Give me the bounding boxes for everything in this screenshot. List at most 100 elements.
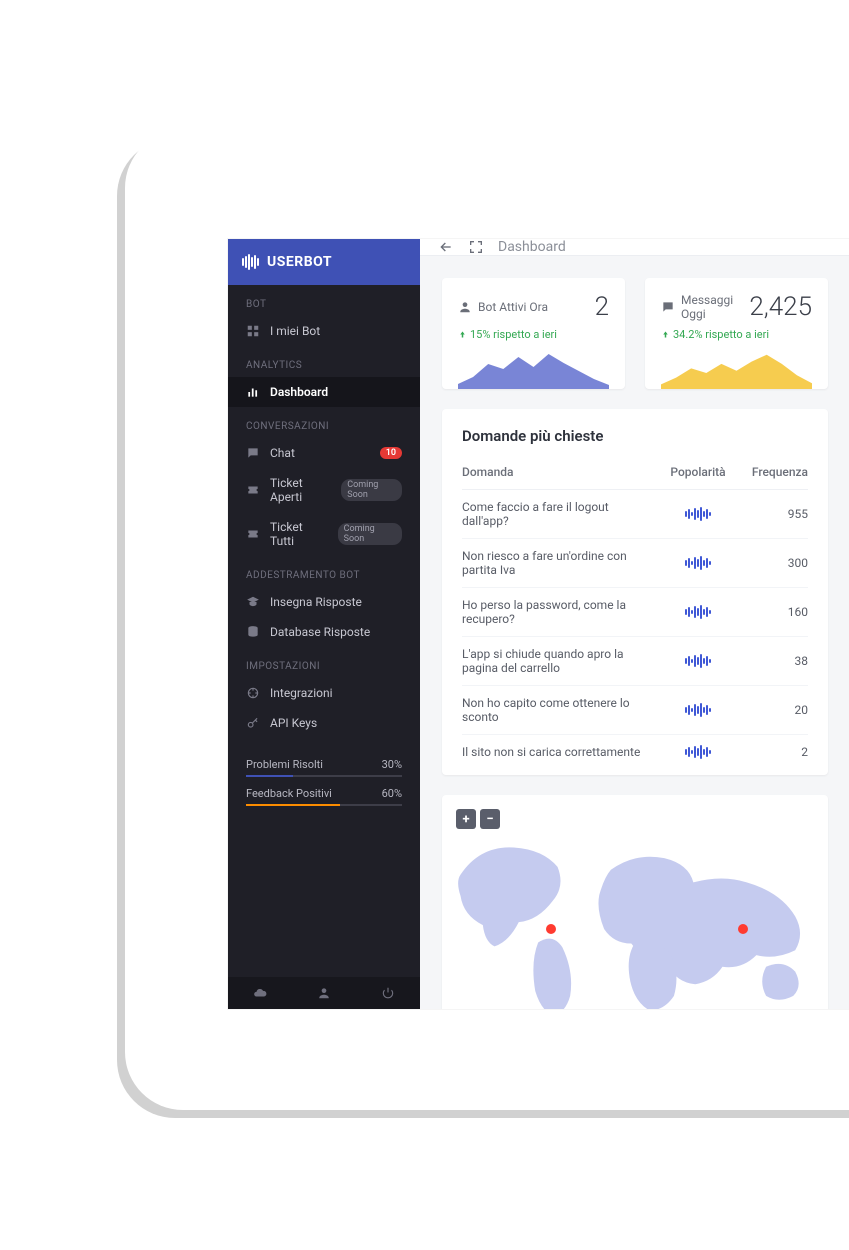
sidebar-item-database[interactable]: Database Risposte xyxy=(228,617,420,647)
sidebar-item-label: Insegna Risposte xyxy=(270,595,362,609)
table-row[interactable]: Non ho capito come ottenere lo sconto 20 xyxy=(462,686,808,735)
table-row[interactable]: Non riesco a fare un'ordine con partita … xyxy=(462,539,808,588)
user-icon[interactable] xyxy=(317,986,331,1000)
page-title: Dashboard xyxy=(498,239,566,255)
power-icon[interactable] xyxy=(381,986,395,1000)
cell-frequency: 955 xyxy=(738,490,808,539)
sidebar-item-chat[interactable]: Chat 10 xyxy=(228,438,420,468)
brand-name: USERBOT xyxy=(267,254,332,270)
cell-question: Come faccio a fare il logout dall'app? xyxy=(462,490,658,539)
kpi-sparkline xyxy=(458,349,609,389)
popularity-spark xyxy=(658,605,738,619)
sidebar-item-tickets-all[interactable]: Ticket TuttiComing Soon xyxy=(228,512,420,556)
zoom-out-button[interactable]: − xyxy=(480,809,500,829)
cell-question: L'app si chiude quando apro la pagina de… xyxy=(462,637,658,686)
cloud-icon[interactable] xyxy=(253,986,267,1000)
chat-icon xyxy=(246,446,260,460)
fullscreen-icon[interactable] xyxy=(468,239,484,255)
kpi-card-bots-active: Bot Attivi Ora 2 15% rispetto a ieri xyxy=(442,278,625,389)
sidebar-item-tickets-open[interactable]: Ticket ApertiComing Soon xyxy=(228,468,420,512)
table-row[interactable]: L'app si chiude quando apro la pagina de… xyxy=(462,637,808,686)
badge-coming-soon: Coming Soon xyxy=(341,479,402,501)
sidebar-item-label: API Keys xyxy=(270,716,317,730)
table-row[interactable]: Il sito non si carica correttamente 2 xyxy=(462,735,808,770)
person-icon xyxy=(458,300,472,314)
message-icon xyxy=(661,300,675,314)
section-label: IMPOSTAZIONI xyxy=(228,647,420,678)
kpi-delta: 34.2% rispetto a ieri xyxy=(661,328,812,341)
sidebar-item-label: Database Risposte xyxy=(270,625,370,639)
topbar: Dashboard xyxy=(420,239,849,256)
progress-label: Problemi Risolti xyxy=(246,758,323,771)
cell-popularity xyxy=(658,735,738,770)
cell-popularity xyxy=(658,686,738,735)
ticket-icon xyxy=(246,527,260,541)
grid-icon xyxy=(246,324,260,338)
app-screen: USERBOT BOT I miei Bot ANALYTICS Dashboard C… xyxy=(228,239,849,1009)
progress-fill xyxy=(246,804,340,806)
table-row[interactable]: Come faccio a fare il logout dall'app? 9… xyxy=(462,490,808,539)
section-label: ADDESTRAMENTO BOT xyxy=(228,556,420,587)
cell-popularity xyxy=(658,588,738,637)
back-arrow-icon[interactable] xyxy=(438,239,454,255)
section-label: BOT xyxy=(228,285,420,316)
progress-bar xyxy=(246,804,402,806)
col-popularity: Popolarità xyxy=(658,459,738,490)
kpi-sparkline xyxy=(661,349,812,389)
sidebar-item-label: I miei Bot xyxy=(270,324,320,338)
kpi-value: 2,425 xyxy=(749,292,812,322)
cell-question: Il sito non si carica correttamente xyxy=(462,735,658,770)
col-question: Domanda xyxy=(462,459,658,490)
brand-logo-icon xyxy=(242,254,259,270)
teach-icon xyxy=(246,595,260,609)
progress-label: Feedback Positivi xyxy=(246,787,332,800)
cell-frequency: 38 xyxy=(738,637,808,686)
cell-question: Non ho capito come ottenere lo sconto xyxy=(462,686,658,735)
kpi-title: Messaggi Oggi xyxy=(681,293,749,321)
cell-question: Non riesco a fare un'ordine con partita … xyxy=(462,539,658,588)
sidebar-progress: Problemi Risolti 30% Feedback Positivi 60% xyxy=(228,738,420,806)
world-map[interactable] xyxy=(452,831,828,1009)
cell-frequency: 160 xyxy=(738,588,808,637)
progress-value: 60% xyxy=(382,787,402,800)
section-label: ANALYTICS xyxy=(228,346,420,377)
col-frequency: Frequenza xyxy=(738,459,808,490)
map-point[interactable] xyxy=(738,924,748,934)
table-row[interactable]: Ho perso la password, come la recupero? … xyxy=(462,588,808,637)
zoom-in-button[interactable]: + xyxy=(456,809,476,829)
popularity-spark xyxy=(658,703,738,717)
arrow-up-icon xyxy=(661,330,670,339)
cell-popularity xyxy=(658,490,738,539)
badge-count: 10 xyxy=(380,447,402,459)
sidebar-item-teach[interactable]: Insegna Risposte xyxy=(228,587,420,617)
key-icon xyxy=(246,716,260,730)
cell-question: Ho perso la password, come la recupero? xyxy=(462,588,658,637)
sidebar-item-integrations[interactable]: Integrazioni xyxy=(228,678,420,708)
kpi-card-messages-today: Messaggi Oggi 2,425 34.2% rispetto a ier… xyxy=(645,278,828,389)
sidebar-item-dashboard[interactable]: Dashboard xyxy=(228,377,420,407)
plug-icon xyxy=(246,686,260,700)
kpi-delta: 15% rispetto a ieri xyxy=(458,328,609,341)
sidebar-item-label: Ticket Tutti xyxy=(270,520,328,548)
popularity-spark xyxy=(658,654,738,668)
cell-popularity xyxy=(658,539,738,588)
progress-row: Feedback Positivi 60% xyxy=(246,787,402,800)
chart-icon xyxy=(246,385,260,399)
progress-value: 30% xyxy=(382,758,402,771)
sidebar-item-my-bots[interactable]: I miei Bot xyxy=(228,316,420,346)
progress-fill xyxy=(246,775,293,777)
kpi-value: 2 xyxy=(595,292,609,322)
map-card: + − xyxy=(442,795,828,1009)
arrow-up-icon xyxy=(458,330,467,339)
main-area: Dashboard Bot Attivi Ora 2 15% rispetto … xyxy=(420,239,849,1009)
sidebar-item-label: Dashboard xyxy=(270,385,328,399)
progress-row: Problemi Risolti 30% xyxy=(246,758,402,771)
ticket-icon xyxy=(246,483,260,497)
sidebar-item-api-keys[interactable]: API Keys xyxy=(228,708,420,738)
sidebar-item-label: Chat xyxy=(270,446,295,460)
database-icon xyxy=(246,625,260,639)
cell-frequency: 20 xyxy=(738,686,808,735)
questions-table: Domanda Popolarità Frequenza Come faccio… xyxy=(462,459,808,769)
sidebar: USERBOT BOT I miei Bot ANALYTICS Dashboard C… xyxy=(228,239,420,1009)
cell-frequency: 300 xyxy=(738,539,808,588)
